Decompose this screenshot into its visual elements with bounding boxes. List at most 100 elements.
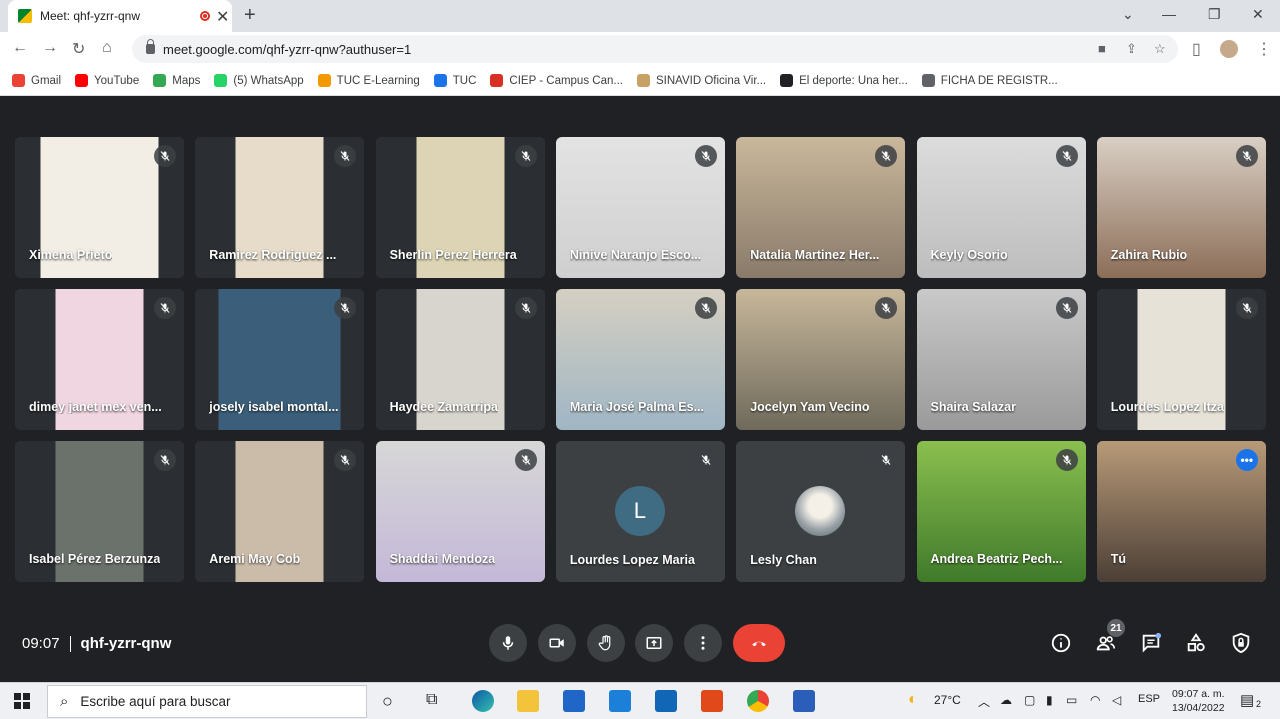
back-icon[interactable]: ← xyxy=(12,39,28,57)
side-panel-icon[interactable]: ▯ xyxy=(1192,39,1201,59)
bookmark-item[interactable]: Gmail xyxy=(12,74,61,87)
participant-tile[interactable]: Ximena Prieto xyxy=(15,137,184,278)
tab-search-icon[interactable]: ⌄ xyxy=(1122,6,1134,23)
bookmark-item[interactable]: Maps xyxy=(153,74,200,87)
reload-icon[interactable]: ↻ xyxy=(72,39,85,59)
participant-tile[interactable]: Lourdes Lopez Itza xyxy=(1096,289,1266,430)
microphone-button[interactable] xyxy=(489,624,527,662)
hand-icon xyxy=(598,635,611,651)
bookmark-favicon-icon xyxy=(75,74,89,87)
mail-icon[interactable] xyxy=(609,690,631,712)
forward-icon[interactable]: → xyxy=(42,39,58,57)
muted-mic-icon xyxy=(514,145,537,167)
muted-mic-icon xyxy=(694,297,717,319)
close-window-icon[interactable]: ✕ xyxy=(1252,6,1264,23)
meeting-details-button[interactable] xyxy=(1048,630,1074,656)
browser-menu-icon[interactable]: ⋮ xyxy=(1256,39,1272,59)
app-icon[interactable] xyxy=(655,690,677,712)
windows-start-icon[interactable] xyxy=(14,693,30,709)
participant-tile[interactable]: Natalia Martinez Her... xyxy=(736,137,906,278)
participant-tile[interactable]: dimey janet mex ven... xyxy=(15,289,184,430)
more-options-button[interactable] xyxy=(684,624,722,662)
participant-name: Shaira Salazar xyxy=(930,400,1016,414)
present-screen-button[interactable] xyxy=(635,624,673,662)
tray-chevron-icon[interactable]: ︿ xyxy=(978,693,990,710)
participant-tile[interactable]: Aremi May Cob xyxy=(195,441,365,582)
new-tab-icon[interactable]: + xyxy=(244,4,256,27)
bookmark-favicon-icon xyxy=(214,74,228,87)
wifi-icon[interactable]: ◠ xyxy=(1090,693,1100,707)
camera-in-use-icon[interactable]: ■ xyxy=(1098,41,1106,56)
mic-tray-icon[interactable]: ▮ xyxy=(1046,693,1053,707)
raise-hand-button[interactable] xyxy=(587,624,625,662)
participant-tile[interactable]: Ramirez Rodriguez ... xyxy=(195,137,365,278)
meet-tray-icon[interactable]: ▢ xyxy=(1024,693,1035,707)
bookmark-item[interactable]: (5) WhatsApp xyxy=(214,74,304,87)
participant-tile[interactable]: Keyly Osorio xyxy=(916,137,1086,278)
cortana-icon[interactable]: ○ xyxy=(382,691,393,712)
home-icon[interactable]: ⌂ xyxy=(102,39,112,57)
word-icon[interactable] xyxy=(793,690,815,712)
participant-tile[interactable]: Zahira Rubio xyxy=(1096,137,1266,278)
task-view-icon[interactable]: ⧉ xyxy=(426,691,437,709)
avatar: L xyxy=(614,486,665,536)
temperature[interactable]: 27°C xyxy=(934,693,961,707)
host-controls-button[interactable] xyxy=(1228,630,1254,656)
taskbar-search-box[interactable]: ⌕ Escribe aquí para buscar xyxy=(47,685,367,718)
browser-tab-meet[interactable]: Meet: qhf-yzrr-qnw ✕ xyxy=(8,0,232,32)
onedrive-icon[interactable]: ☁ xyxy=(1000,693,1012,707)
bookmark-star-icon[interactable]: ☆ xyxy=(1154,41,1166,57)
participant-tile[interactable]: L Lourdes Lopez Maria xyxy=(555,441,725,582)
participant-tile[interactable]: josely isabel montal... xyxy=(195,289,365,430)
participant-tile[interactable]: Ninive Naranjo Esco... xyxy=(555,137,725,278)
participant-tile[interactable]: Sherlin Perez Herrera xyxy=(375,137,545,278)
tray-clock[interactable]: 09:07 a. m. 13/04/2022 xyxy=(1172,687,1225,715)
participant-tile[interactable]: ••• Tú xyxy=(1096,441,1266,582)
bookmark-label: Gmail xyxy=(31,74,62,87)
participant-tile[interactable]: Haydee Zamarripa xyxy=(375,289,545,430)
store-icon[interactable] xyxy=(563,690,585,712)
bookmark-item[interactable]: TUC xyxy=(433,74,476,87)
camera-button[interactable] xyxy=(538,624,576,662)
participant-tile[interactable]: Shaddai Mendoza xyxy=(375,441,545,582)
tray-date: 13/04/2022 xyxy=(1172,702,1225,714)
volume-icon[interactable]: ◁ xyxy=(1112,693,1121,707)
participant-tile[interactable]: Jocelyn Yam Vecino xyxy=(736,289,906,430)
file-explorer-icon[interactable] xyxy=(517,690,539,712)
edge-icon[interactable] xyxy=(472,690,494,712)
language-indicator[interactable]: ESP xyxy=(1138,693,1160,705)
participant-tile[interactable]: Andrea Beatriz Pech... xyxy=(916,441,1086,582)
bookmark-label: (5) WhatsApp xyxy=(233,74,304,87)
chat-button[interactable] xyxy=(1138,630,1164,656)
bookmark-item[interactable]: SINAVID Oficina Vir... xyxy=(636,74,766,87)
close-tab-icon[interactable]: ✕ xyxy=(216,7,229,27)
address-bar[interactable]: meet.google.com/qhf-yzrr-qnw?authuser=1 … xyxy=(132,35,1178,63)
participant-tile[interactable]: Lesly Chan xyxy=(736,441,906,582)
leave-call-button[interactable] xyxy=(733,624,785,662)
muted-mic-icon xyxy=(1235,297,1258,319)
restore-icon[interactable]: ❐ xyxy=(1208,6,1221,23)
participant-tile[interactable]: Maria José Palma Es... xyxy=(555,289,725,430)
bookmark-item[interactable]: CIEP - Campus Can... xyxy=(490,74,623,87)
meet-favicon-icon xyxy=(18,9,32,23)
notifications-icon[interactable]: ▤ xyxy=(1240,691,1254,709)
participant-name: Ramirez Rodriguez ... xyxy=(209,248,337,262)
share-icon[interactable]: ⇪ xyxy=(1126,41,1137,57)
meeting-time: 09:07 xyxy=(22,635,60,652)
muted-mic-icon xyxy=(1055,449,1078,471)
activities-button[interactable] xyxy=(1183,630,1209,656)
tile-options-icon[interactable]: ••• xyxy=(1235,449,1258,471)
bookmark-item[interactable]: YouTube xyxy=(75,74,139,87)
minimize-icon[interactable]: — xyxy=(1162,6,1176,22)
bookmark-item[interactable]: FICHA DE REGISTR... xyxy=(921,74,1058,87)
participant-tile[interactable]: Isabel Pérez Berzunza xyxy=(15,441,184,582)
participant-tile[interactable]: Shaira Salazar xyxy=(916,289,1086,430)
office-icon[interactable] xyxy=(701,690,723,712)
weather-icon[interactable]: ◐ xyxy=(908,691,918,709)
chrome-icon[interactable] xyxy=(747,690,769,712)
battery-icon[interactable]: ▭ xyxy=(1066,693,1077,707)
activities-icon xyxy=(1187,633,1205,652)
profile-avatar[interactable] xyxy=(1220,40,1238,58)
bookmark-item[interactable]: TUC E-Learning xyxy=(317,74,420,87)
bookmark-item[interactable]: El deporte: Una her... xyxy=(780,74,908,87)
